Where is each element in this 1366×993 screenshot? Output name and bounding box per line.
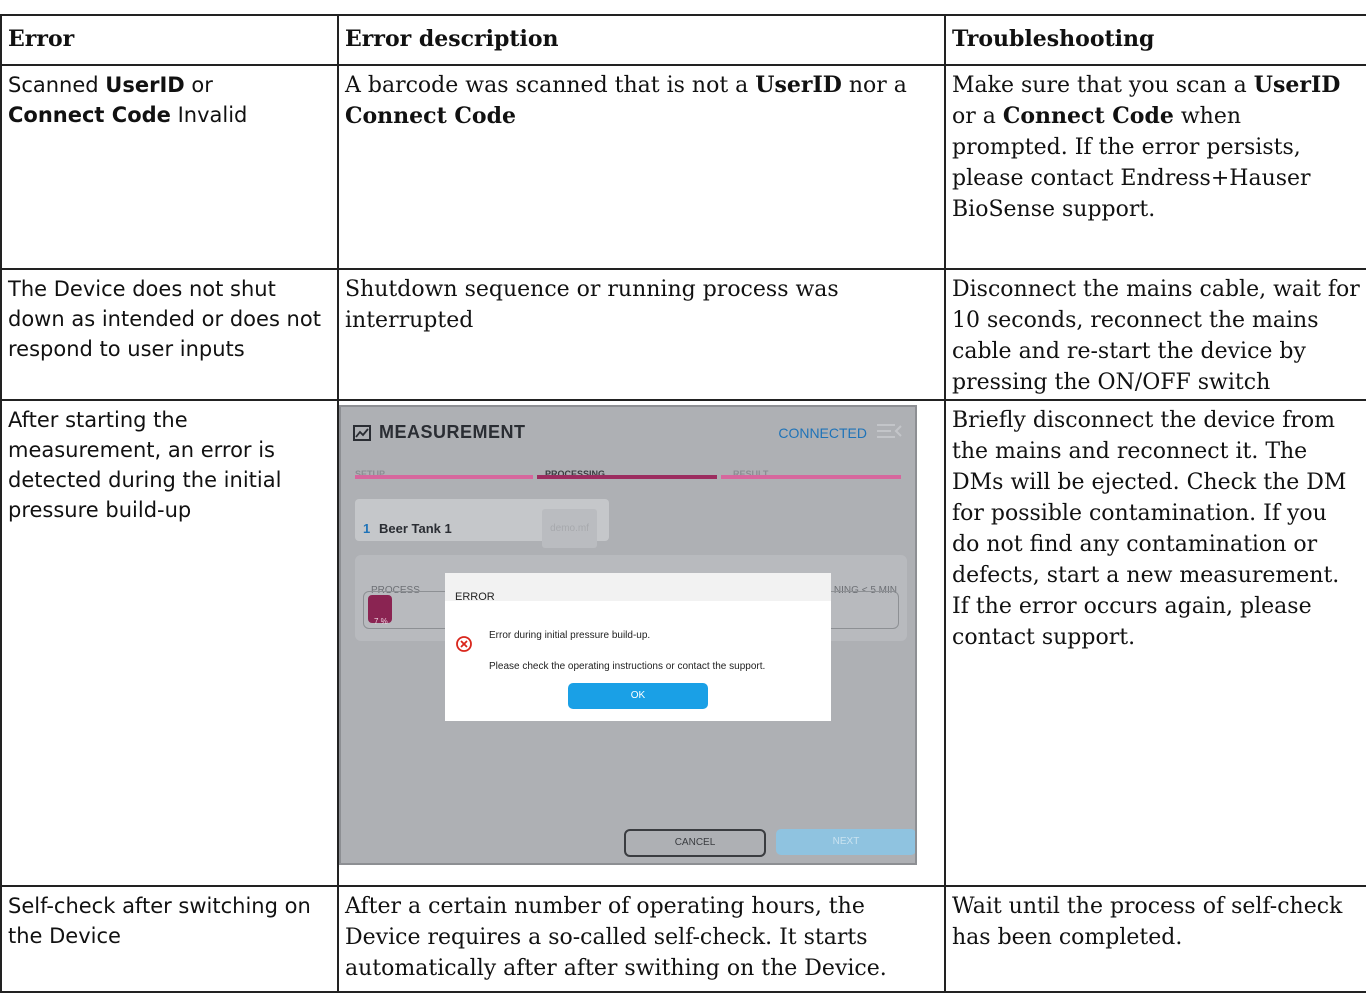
cancel-button[interactable]: CANCEL: [624, 829, 766, 857]
troubleshooting-cell: Make sure that you scan a UserID or a Co…: [944, 64, 1366, 270]
dialog-title: ERROR: [455, 591, 495, 603]
menu-icon[interactable]: [875, 417, 903, 448]
error-cell: Self-check after switching on the Device: [0, 885, 339, 993]
header-description: Error description: [337, 14, 946, 66]
connection-status: CONNECTED: [778, 425, 867, 441]
description-cell: A barcode was scanned that is not a User…: [337, 64, 946, 270]
chart-icon: [353, 425, 371, 441]
troubleshooting-cell: Wait until the process of self-check has…: [944, 885, 1366, 993]
job-card: 1 Beer Tank 1 demo.mf: [355, 499, 609, 548]
description-cell: After a certain number of operating hour…: [337, 885, 946, 993]
next-button[interactable]: NEXT: [776, 829, 915, 855]
process-percent: 7 %: [374, 617, 388, 626]
screen-title: MEASUREMENT: [353, 417, 526, 448]
error-dialog: ERROR Error during initial pressure buil…: [445, 573, 831, 721]
header-error: Error: [0, 14, 339, 66]
screen-title-text: MEASUREMENT: [379, 422, 526, 442]
device-screenshot: MEASUREMENT CONNECTED SETUP PROCESSING R…: [339, 405, 917, 865]
error-circle-icon: [456, 636, 472, 652]
description-cell: Shutdown sequence or running process was…: [337, 268, 946, 401]
error-cell: After starting the measurement, an error…: [0, 399, 339, 887]
screen-header: MEASUREMENT CONNECTED: [341, 407, 915, 451]
troubleshooting-cell: Briefly disconnect the device from the m…: [944, 399, 1366, 887]
process-progress-fill: 7 %: [368, 595, 392, 626]
job-number: 1: [363, 521, 371, 536]
header-row: Error Error description Troubleshooting: [0, 14, 1366, 66]
dialog-message-1: Error during initial pressure build-up.: [489, 630, 651, 641]
error-cell: The Device does not shut down as intende…: [0, 268, 339, 401]
table-row: Self-check after switching on the Device…: [0, 885, 1366, 993]
step-bar-result: [721, 475, 901, 479]
job-name: Beer Tank 1: [379, 521, 452, 536]
job-file: demo.mf: [542, 509, 597, 548]
ok-button[interactable]: OK: [568, 683, 708, 709]
description-cell: MEASUREMENT CONNECTED SETUP PROCESSING R…: [337, 399, 946, 887]
table-row: The Device does not shut down as intende…: [0, 268, 1366, 401]
dialog-message-2: Please check the operating instructions …: [489, 661, 766, 672]
dialog-header: ERROR: [445, 573, 831, 603]
table-row: After starting the measurement, an error…: [0, 399, 1366, 887]
error-cell: Scanned UserID or Connect Code Invalid: [0, 64, 339, 270]
table-row: Scanned UserID or Connect Code Invalid A…: [0, 64, 1366, 270]
step-bar-setup: [355, 475, 533, 479]
step-bar-processing: [537, 475, 717, 479]
step-progress: SETUP PROCESSING RESULT: [355, 459, 901, 483]
header-troubleshooting: Troubleshooting: [944, 14, 1366, 66]
troubleshooting-cell: Disconnect the mains cable, wait for 10 …: [944, 268, 1366, 401]
error-table: Error Error description Troubleshooting …: [0, 14, 1366, 993]
